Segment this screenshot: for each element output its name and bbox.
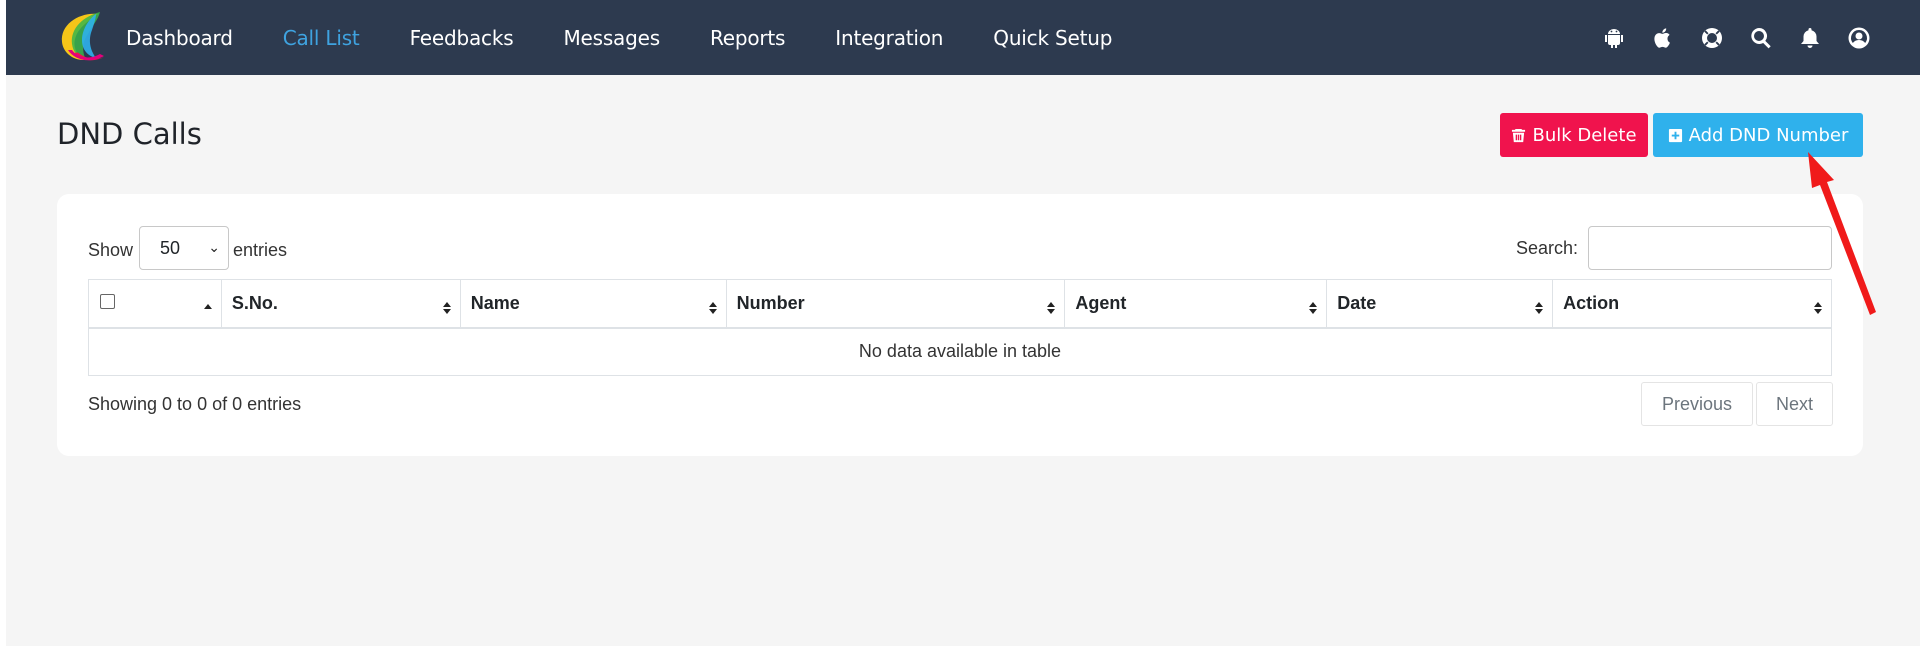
select-all-header[interactable] <box>88 279 222 329</box>
column-number[interactable]: Number <box>725 279 1066 329</box>
plus-square-icon <box>1668 128 1682 142</box>
column-name[interactable]: Name <box>459 279 727 329</box>
android-icon[interactable] <box>1601 25 1627 51</box>
pagination: Previous Next <box>1641 382 1833 426</box>
page-title: DND Calls <box>57 117 202 151</box>
sort-icon <box>1308 300 1318 316</box>
previous-page-button[interactable]: Previous <box>1641 382 1753 426</box>
showing-entries-text: Showing 0 to 0 of 0 entries <box>88 394 302 414</box>
search-input[interactable] <box>1588 226 1832 270</box>
bulk-delete-label: Bulk Delete <box>1532 124 1637 146</box>
sort-icon <box>442 300 452 316</box>
add-dnd-number-label: Add DND Number <box>1688 124 1849 146</box>
table-header-row: S.No. Name Number Agent Date Action <box>88 279 1832 329</box>
nav-dashboard[interactable]: Dashboard <box>126 26 233 50</box>
apple-icon[interactable] <box>1650 25 1676 51</box>
page-size-select[interactable]: 50 ⌄ <box>139 226 229 270</box>
sort-icon <box>1046 300 1056 316</box>
trash-icon <box>1512 128 1526 142</box>
column-action-label: Action <box>1563 292 1620 313</box>
column-sno-label: S.No. <box>231 292 278 313</box>
column-date-label: Date <box>1337 292 1377 313</box>
table-row: No data available in table <box>88 327 1832 376</box>
show-label: Show <box>88 240 134 260</box>
top-navbar: Dashboard Call List Feedbacks Messages R… <box>6 0 1920 75</box>
empty-table-message: No data available in table <box>88 327 1832 376</box>
column-date[interactable]: Date <box>1326 279 1554 329</box>
column-number-label: Number <box>736 292 805 313</box>
dnd-table-card: Show 50 ⌄ entries Search: S.No. Name Num… <box>57 194 1863 456</box>
bell-icon[interactable] <box>1797 25 1823 51</box>
next-page-button[interactable]: Next <box>1756 382 1833 426</box>
page-size-value: 50 <box>160 237 181 258</box>
brand-logo[interactable] <box>54 10 112 64</box>
nav-feedbacks[interactable]: Feedbacks <box>410 26 514 50</box>
chevron-down-icon: ⌄ <box>208 239 220 255</box>
sort-icon <box>1534 300 1544 316</box>
sort-asc-icon <box>203 300 213 316</box>
sort-icon <box>708 300 718 316</box>
search-label: Search: <box>1516 238 1579 258</box>
column-sno[interactable]: S.No. <box>220 279 461 329</box>
nav-reports[interactable]: Reports <box>710 26 786 50</box>
dnd-calls-table: S.No. Name Number Agent Date Action No d… <box>88 279 1832 376</box>
column-agent[interactable]: Agent <box>1064 279 1328 329</box>
entries-label: entries <box>233 240 288 260</box>
user-circle-icon[interactable] <box>1846 25 1872 51</box>
lifebuoy-icon[interactable] <box>1699 25 1725 51</box>
nav-quick-setup[interactable]: Quick Setup <box>993 26 1112 50</box>
nav-messages[interactable]: Messages <box>563 26 660 50</box>
column-name-label: Name <box>470 292 520 313</box>
search-icon[interactable] <box>1748 25 1774 51</box>
column-agent-label: Agent <box>1075 292 1127 313</box>
nav-integration[interactable]: Integration <box>835 26 943 50</box>
select-all-checkbox[interactable] <box>100 294 115 309</box>
bulk-delete-button[interactable]: Bulk Delete <box>1500 113 1648 157</box>
annotation-arrow-icon <box>1808 152 1876 315</box>
nav-call-list[interactable]: Call List <box>283 26 360 50</box>
left-edge <box>0 0 6 646</box>
column-action[interactable]: Action <box>1552 279 1832 329</box>
